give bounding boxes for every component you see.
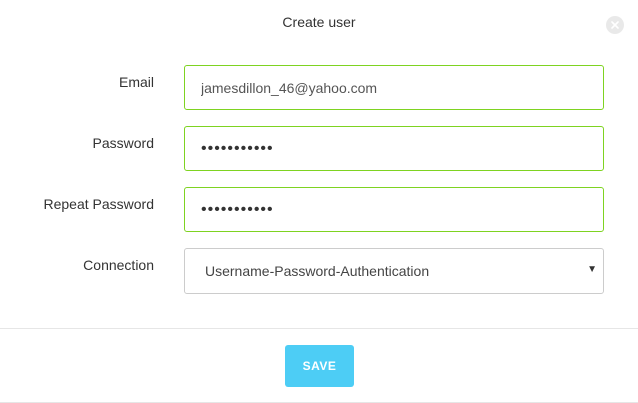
dialog-title: Create user (282, 14, 356, 30)
repeat-password-field-container (184, 187, 604, 232)
close-icon (611, 21, 619, 29)
password-field-container (184, 126, 604, 171)
save-button[interactable]: SAVE (285, 345, 354, 387)
password-field[interactable] (201, 127, 603, 170)
close-button[interactable] (606, 16, 624, 34)
connection-label: Connection (83, 257, 154, 273)
create-user-dialog: Create user Email Password Repeat Passwo… (0, 0, 638, 403)
repeat-password-field[interactable] (201, 188, 603, 231)
email-label: Email (118, 74, 154, 90)
chevron-down-icon: ▼ (587, 264, 597, 275)
connection-selected-value: Username-Password-Authentication (205, 263, 430, 279)
connection-select[interactable]: Username-Password-Authentication ▼ (184, 248, 604, 294)
password-label: Password (92, 135, 154, 151)
repeat-password-label: Repeat Password (43, 196, 154, 212)
email-field-container (184, 65, 604, 110)
footer-divider (0, 328, 638, 329)
email-field[interactable] (201, 66, 603, 109)
